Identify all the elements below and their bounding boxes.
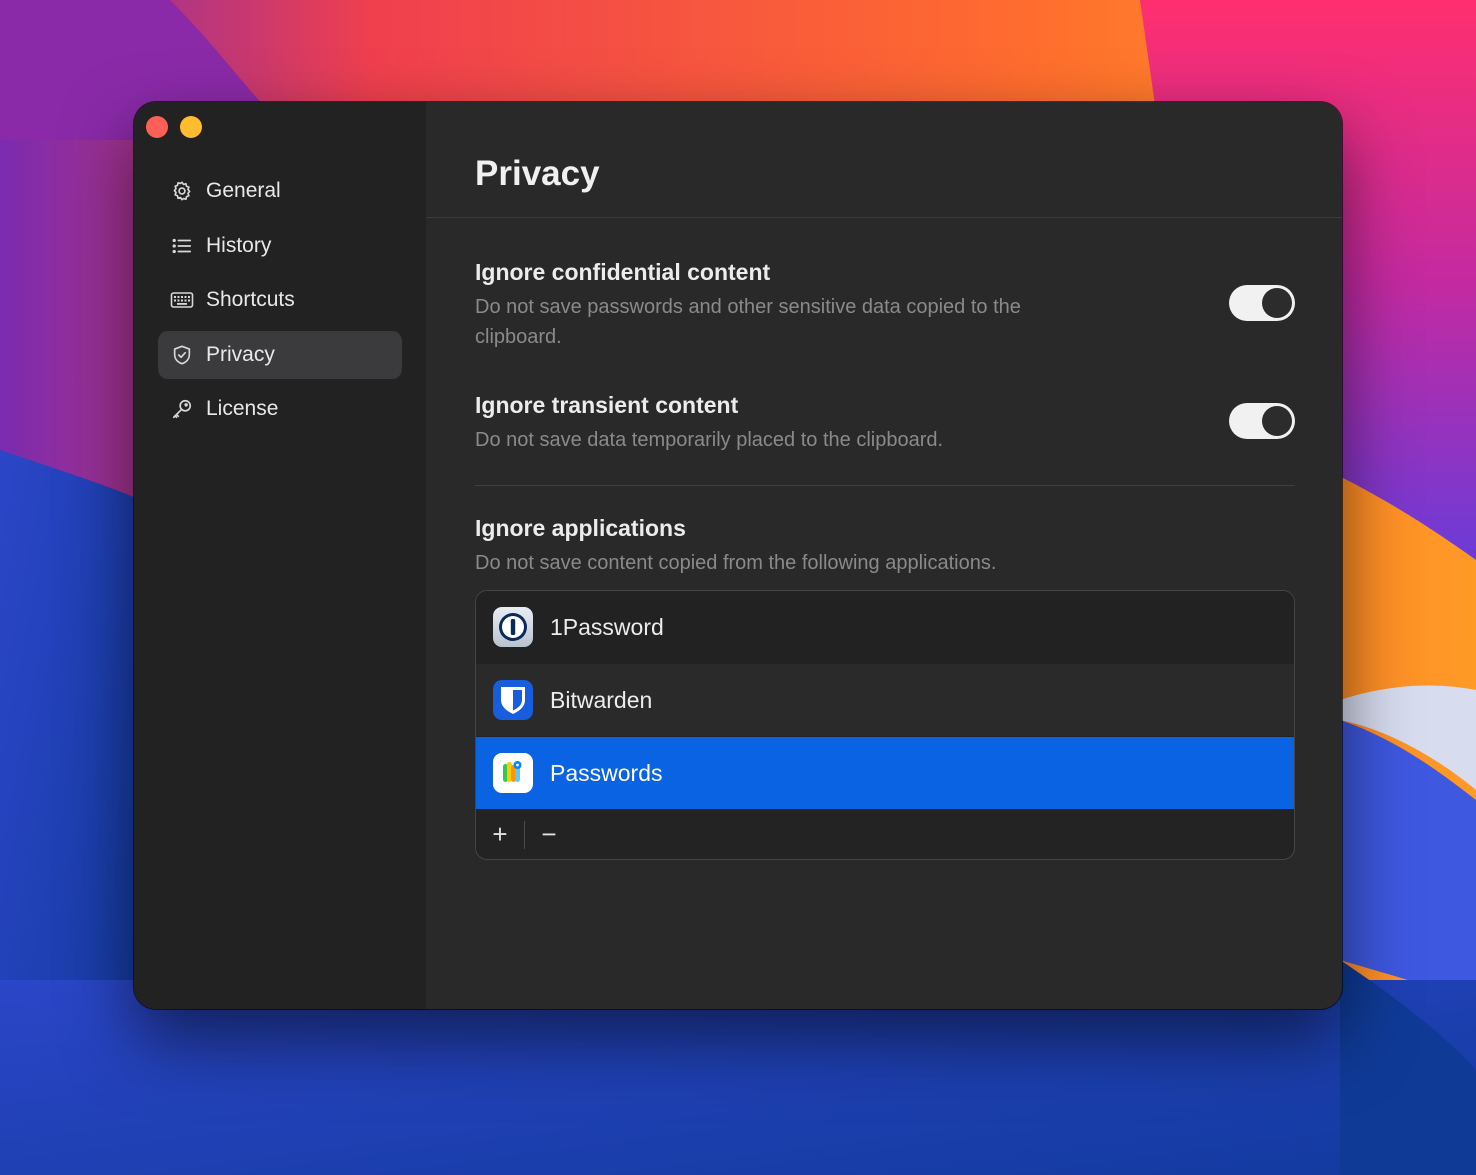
sidebar-item-privacy[interactable]: Privacy: [158, 330, 402, 379]
toggle-knob: [1262, 406, 1292, 436]
setting-description: Do not save content copied from the foll…: [475, 552, 997, 574]
minimize-window-button[interactable]: [180, 116, 202, 138]
sidebar-item-label: Privacy: [206, 342, 275, 366]
keyboard-icon: [170, 288, 194, 312]
page-title: Privacy: [475, 154, 600, 193]
list-item-passwords[interactable]: Passwords: [476, 737, 1294, 809]
app-name: Passwords: [550, 759, 663, 786]
close-window-button[interactable]: [146, 116, 168, 138]
section-divider: [475, 485, 1295, 486]
sidebar-item-label: Shortcuts: [206, 288, 295, 311]
setting-description: Do not save data temporarily placed to t…: [475, 429, 944, 451]
ignored-apps-list: 1Password Bitwarden Passwords + −: [475, 590, 1295, 860]
list-item-bitwarden[interactable]: Bitwarden: [476, 664, 1294, 736]
toggle-knob: [1262, 288, 1292, 318]
preferences-window: General History Shortcuts Privacy Licens…: [134, 102, 1342, 1009]
setting-description: Do not save passwords and other sensitiv…: [475, 296, 1021, 348]
key-icon: [170, 397, 194, 421]
list-item-1password[interactable]: 1Password: [476, 591, 1294, 663]
sidebar-item-history[interactable]: History: [158, 222, 402, 270]
shield-icon: [170, 343, 194, 367]
onepassword-app-icon: [493, 607, 533, 647]
setting-title: Ignore applications: [475, 515, 686, 541]
sidebar: General History Shortcuts Privacy Licens…: [134, 102, 426, 1009]
app-name: 1Password: [550, 613, 664, 640]
privacy-pane: Privacy Ignore confidential content Do n…: [426, 102, 1342, 1009]
add-app-button[interactable]: +: [476, 817, 524, 853]
passwords-app-icon: [493, 753, 533, 793]
sidebar-item-general[interactable]: General: [158, 167, 402, 215]
remove-app-button[interactable]: −: [525, 817, 573, 853]
gear-icon: [170, 179, 194, 203]
app-name: Bitwarden: [550, 686, 653, 713]
ignore-confidential-toggle[interactable]: [1229, 285, 1295, 321]
setting-ignore-confidential: Ignore confidential content Do not save …: [475, 259, 1295, 352]
sidebar-item-label: History: [206, 233, 272, 257]
sidebar-nav: General History Shortcuts Privacy Licens…: [158, 167, 402, 440]
list-icon: [170, 234, 194, 258]
sidebar-item-shortcuts[interactable]: Shortcuts: [158, 276, 402, 324]
setting-title: Ignore confidential content: [475, 259, 771, 285]
sidebar-item-label: General: [206, 179, 281, 202]
ignore-transient-toggle[interactable]: [1229, 403, 1295, 439]
header-divider: [426, 217, 1342, 218]
setting-title: Ignore transient content: [475, 392, 739, 418]
list-toolbar: + −: [476, 810, 1294, 859]
setting-ignore-applications: Ignore applications Do not save content …: [475, 515, 1295, 578]
sidebar-item-license[interactable]: License: [158, 385, 402, 433]
setting-ignore-transient: Ignore transient content Do not save dat…: [475, 392, 1295, 455]
bitwarden-app-icon: [493, 680, 533, 720]
sidebar-item-label: License: [206, 397, 279, 420]
